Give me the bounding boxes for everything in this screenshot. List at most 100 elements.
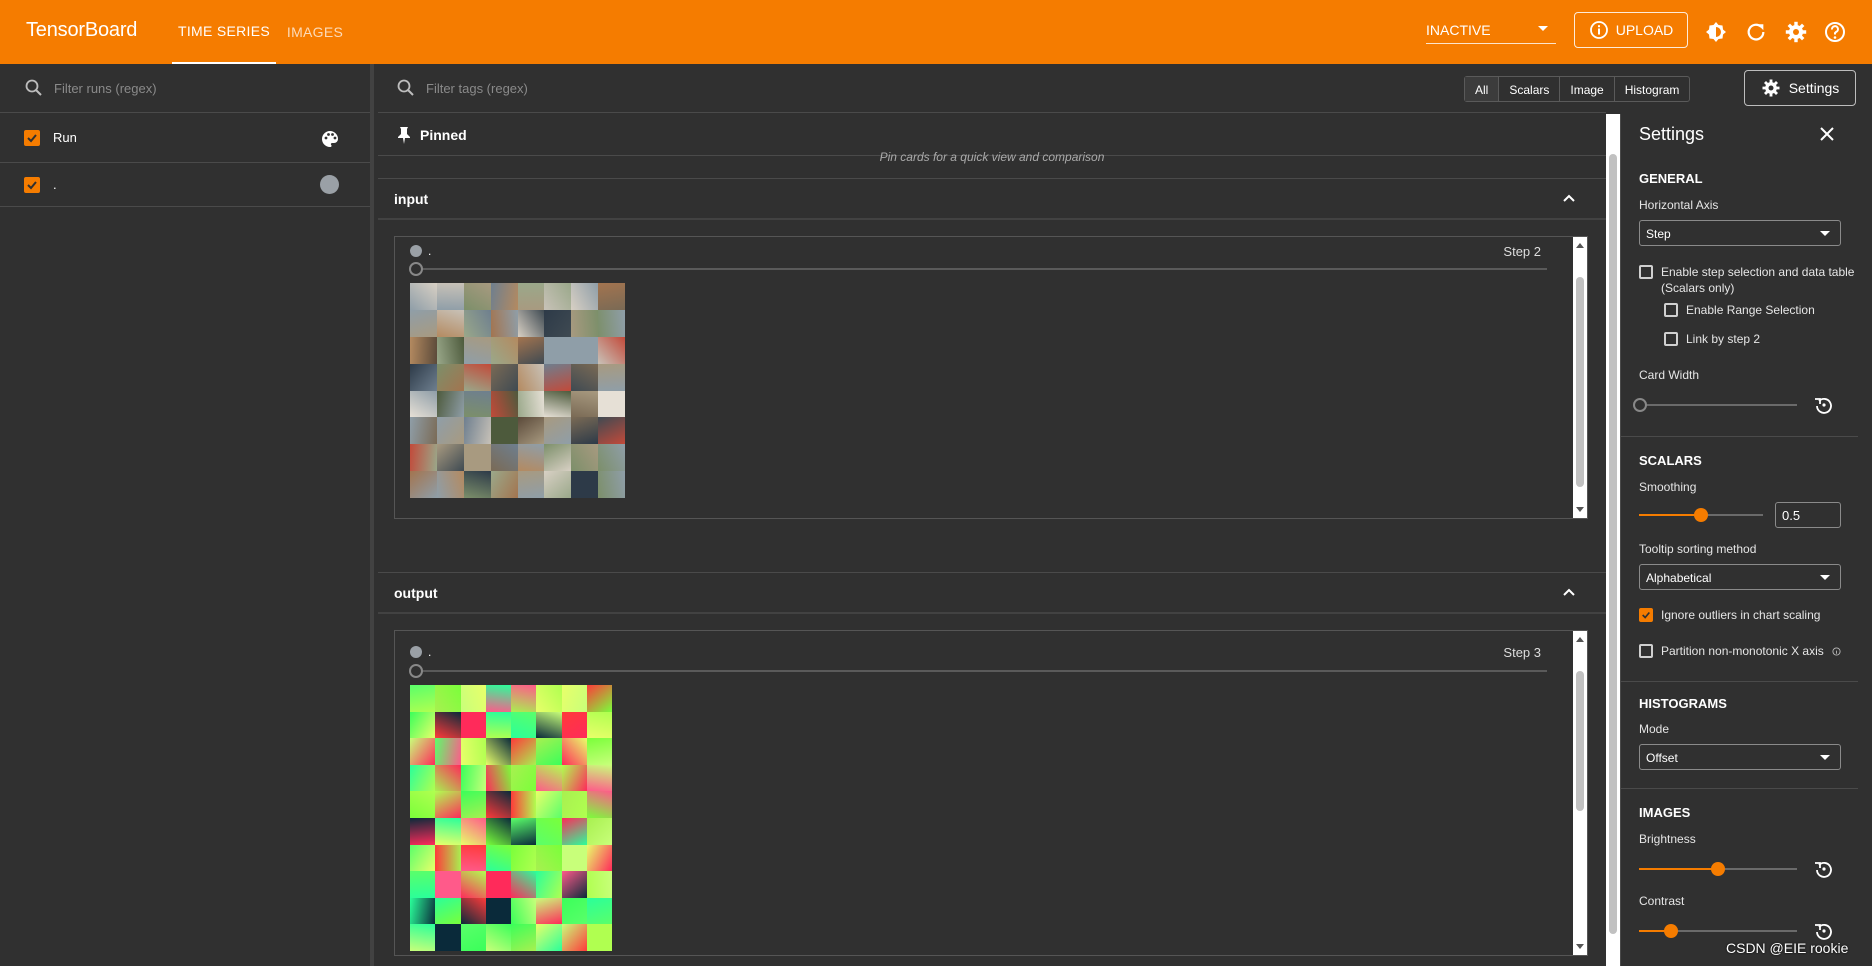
theme-toggle-icon[interactable] bbox=[1704, 20, 1728, 44]
scrollbar-thumb[interactable] bbox=[1609, 154, 1617, 934]
info-icon[interactable] bbox=[1832, 647, 1841, 656]
step-selection-checkbox[interactable] bbox=[1639, 265, 1653, 279]
image-tile bbox=[586, 897, 612, 925]
range-selection-option[interactable]: Enable Range Selection bbox=[1664, 302, 1815, 318]
runs-filter[interactable]: Filter runs (regex) bbox=[0, 64, 370, 113]
tooltip-sort-select[interactable]: Alphabetical bbox=[1639, 564, 1841, 590]
run-color-swatch[interactable] bbox=[320, 175, 339, 194]
range-selection-checkbox[interactable] bbox=[1664, 303, 1678, 317]
run-row[interactable]: . bbox=[0, 163, 370, 207]
image-tile bbox=[571, 363, 599, 391]
contrast-knob[interactable] bbox=[1664, 924, 1678, 938]
card-scrollbar[interactable] bbox=[1573, 237, 1587, 518]
image-tile bbox=[544, 417, 572, 445]
reset-icon[interactable] bbox=[1813, 858, 1835, 880]
image-tile bbox=[463, 309, 491, 337]
help-icon[interactable] bbox=[1823, 20, 1847, 44]
ignore-outliers-checkbox[interactable] bbox=[1639, 608, 1653, 622]
settings-title: Settings bbox=[1639, 124, 1705, 144]
image-tile bbox=[435, 738, 461, 765]
image-tile bbox=[544, 471, 572, 498]
smoothing-input[interactable]: 0.5 bbox=[1775, 502, 1841, 528]
settings-button[interactable]: Settings bbox=[1744, 70, 1856, 106]
filter-image-button[interactable]: Image bbox=[1560, 77, 1615, 101]
image-tile bbox=[517, 363, 545, 391]
card-width-slider[interactable] bbox=[1633, 398, 1797, 412]
step-selection-option[interactable]: Enable step selection and data table (Sca… bbox=[1639, 264, 1858, 296]
image-tile bbox=[485, 897, 511, 925]
smoothing-knob[interactable] bbox=[1694, 508, 1708, 522]
image-tile bbox=[435, 871, 461, 898]
brightness-knob[interactable] bbox=[1711, 862, 1725, 876]
select-all-runs-checkbox[interactable] bbox=[24, 129, 40, 146]
image-tile bbox=[460, 818, 486, 845]
partition-checkbox[interactable] bbox=[1639, 644, 1653, 658]
reset-icon[interactable] bbox=[1813, 394, 1835, 416]
chevron-up-icon[interactable] bbox=[1562, 587, 1576, 597]
image-tile bbox=[436, 444, 464, 472]
image-tile bbox=[435, 685, 461, 712]
tag-filter-input[interactable]: Filter tags (regex) bbox=[426, 81, 528, 96]
run-checkbox[interactable] bbox=[24, 176, 40, 193]
contrast-slider[interactable] bbox=[1639, 924, 1797, 938]
histogram-mode-select[interactable]: Offset bbox=[1639, 744, 1841, 770]
image-tile bbox=[490, 336, 518, 364]
palette-icon[interactable] bbox=[320, 129, 340, 149]
image-tile bbox=[410, 711, 436, 739]
brightness-slider[interactable] bbox=[1639, 862, 1797, 876]
link-by-step-checkbox[interactable] bbox=[1664, 332, 1678, 346]
pinned-hint: Pin cards for a quick view and compariso… bbox=[879, 150, 1105, 164]
card-group-header-input[interactable]: input bbox=[378, 178, 1606, 220]
image-tile bbox=[571, 309, 599, 337]
image-tile bbox=[586, 924, 612, 951]
card-width-knob[interactable] bbox=[1633, 398, 1647, 412]
gear-icon[interactable] bbox=[1784, 20, 1808, 44]
image-tile bbox=[436, 471, 464, 498]
tab-time-series[interactable]: TIME SERIES bbox=[172, 0, 276, 64]
filter-all-button[interactable]: All bbox=[1465, 77, 1500, 101]
watermark: CSDN @EIE rookie bbox=[1726, 940, 1849, 956]
partition-option[interactable]: Partition non-monotonic X axis bbox=[1639, 643, 1841, 659]
image-tile bbox=[561, 818, 587, 845]
step-slider[interactable] bbox=[409, 664, 1547, 678]
filter-histogram-button[interactable]: Histogram bbox=[1615, 77, 1690, 101]
image-tile bbox=[460, 844, 486, 872]
image-sample-grid[interactable] bbox=[410, 283, 625, 498]
chevron-down-icon bbox=[1820, 231, 1830, 236]
image-tile bbox=[536, 924, 562, 951]
image-tile bbox=[460, 738, 486, 765]
horizontal-axis-select[interactable]: Step bbox=[1639, 220, 1841, 246]
image-tile bbox=[463, 283, 491, 310]
step-slider[interactable] bbox=[409, 262, 1547, 276]
main-scrollbar[interactable] bbox=[1606, 114, 1620, 966]
close-icon[interactable] bbox=[1817, 124, 1837, 144]
card-scrollbar[interactable] bbox=[1573, 631, 1587, 955]
image-tile bbox=[410, 791, 436, 818]
card-run-label: . bbox=[410, 645, 431, 659]
chevron-up-icon[interactable] bbox=[1562, 193, 1576, 203]
upload-button[interactable]: UPLOAD bbox=[1574, 12, 1688, 48]
card-group-header-output[interactable]: output bbox=[378, 572, 1606, 614]
reload-status-select[interactable]: INACTIVE bbox=[1426, 18, 1556, 44]
step-selection-sub: (Scalars only) bbox=[1661, 281, 1735, 295]
image-tile bbox=[436, 283, 464, 310]
status-value: INACTIVE bbox=[1426, 22, 1491, 38]
link-by-step-option[interactable]: Link by step 2 bbox=[1664, 331, 1760, 347]
image-tile bbox=[435, 791, 461, 818]
step-slider-knob[interactable] bbox=[409, 262, 423, 276]
smoothing-slider[interactable] bbox=[1639, 508, 1763, 522]
image-tile bbox=[561, 924, 587, 951]
search-icon bbox=[25, 79, 42, 96]
tab-images[interactable]: IMAGES bbox=[287, 0, 343, 64]
image-tile bbox=[517, 336, 545, 364]
refresh-icon[interactable] bbox=[1744, 20, 1768, 44]
step-slider-knob[interactable] bbox=[409, 664, 423, 678]
ignore-outliers-option[interactable]: Ignore outliers in chart scaling bbox=[1639, 607, 1820, 623]
image-sample-grid[interactable] bbox=[410, 685, 612, 951]
image-tile bbox=[517, 283, 545, 310]
upload-label: UPLOAD bbox=[1615, 22, 1674, 38]
image-tile bbox=[598, 417, 625, 445]
reset-icon[interactable] bbox=[1813, 920, 1835, 942]
filter-scalars-button[interactable]: Scalars bbox=[1499, 77, 1561, 101]
range-selection-label: Enable Range Selection bbox=[1686, 303, 1815, 317]
